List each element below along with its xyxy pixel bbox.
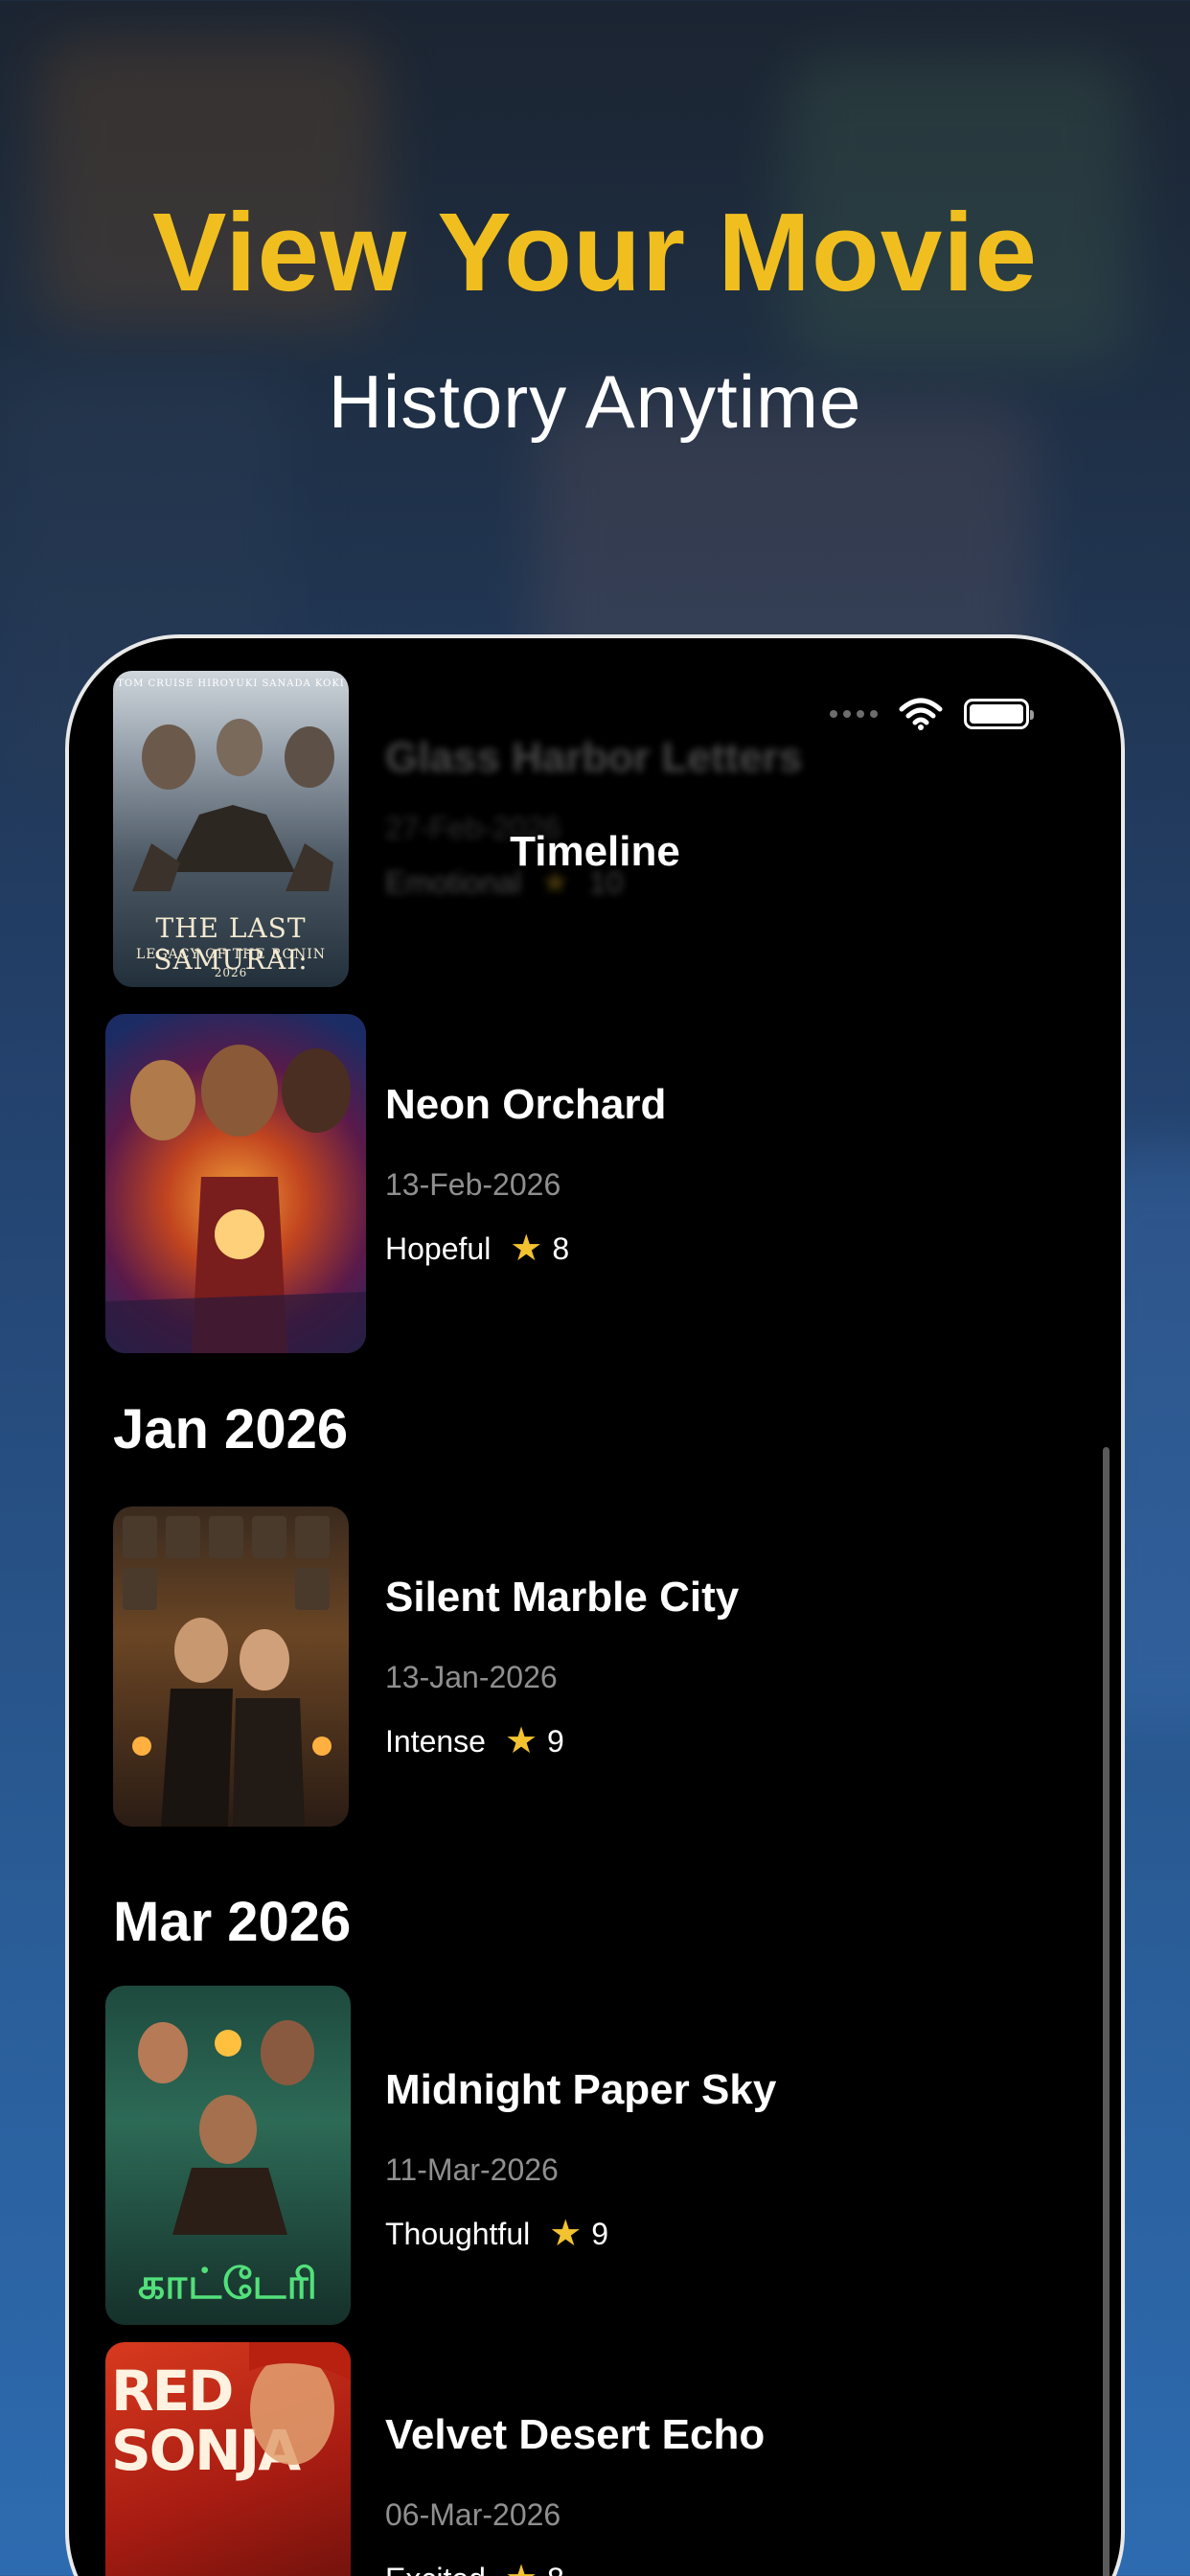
section-header: Mar 2026 (113, 1891, 352, 1953)
star-icon: ★ (504, 1721, 538, 1761)
poster-figures (123, 1516, 332, 1827)
star-icon: ★ (505, 2561, 538, 2576)
star-icon: ★ (510, 1229, 543, 1269)
scrollbar[interactable] (1103, 1447, 1110, 2576)
movie-poster[interactable]: RED SONJA (105, 2342, 351, 2576)
signal-dots-icon (830, 710, 878, 718)
section-header: Jan 2026 (113, 1398, 349, 1460)
poster-figures (105, 1045, 366, 1353)
promo-headline: View Your Movie (152, 190, 1038, 314)
battery-icon (964, 699, 1034, 729)
star-icon: ★ (549, 2214, 583, 2254)
blurred-list-item: Glass Harbor Letters 27-Feb-2026 Emotion… (385, 734, 803, 901)
wifi-icon (899, 698, 943, 730)
movie-poster[interactable]: காட்டேரி (105, 1986, 351, 2325)
phone-frame: TOM CRUISE HIROYUKI SANADA KOKI THE LAST… (65, 634, 1125, 2576)
nav-title: Timeline (510, 828, 680, 875)
movie-poster[interactable] (113, 1506, 349, 1827)
status-bar (830, 698, 1034, 730)
movie-poster[interactable] (105, 1014, 366, 1353)
promo-subheadline: History Anytime (328, 359, 862, 444)
poster-figures (249, 2342, 351, 2465)
